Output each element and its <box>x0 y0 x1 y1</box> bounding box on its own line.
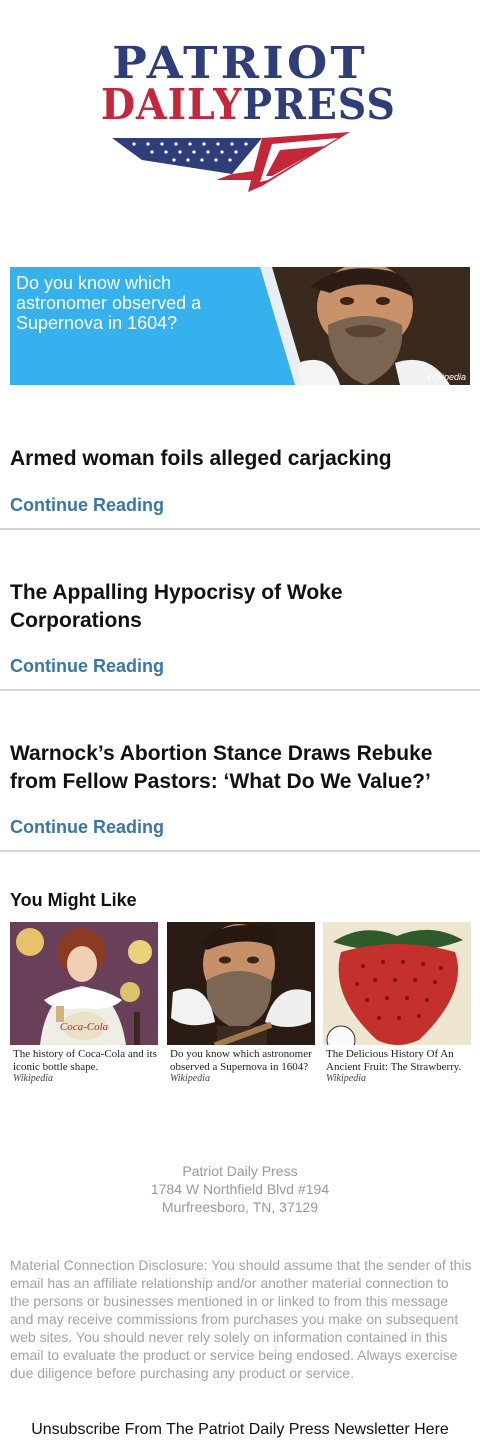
you-might-like-heading: You Might Like <box>10 890 137 910</box>
continue-reading-link[interactable]: Continue Reading <box>10 817 164 838</box>
card-caption: Do you know which astronomer observed a … <box>170 1048 312 1073</box>
strawberry-image <box>323 922 471 1045</box>
card-caption: The history of Coca-Cola and its iconic … <box>13 1048 157 1073</box>
astronomer-portrait-image <box>167 922 315 1045</box>
article-item: Warnock’s Abortion Stance Draws Rebuke f… <box>0 691 480 852</box>
recommended-card[interactable]: Coca-Cola The history of Coca-Cola and i… <box>10 922 158 1092</box>
footer-address: Patriot Daily Press 1784 W Northfield Bl… <box>0 1162 480 1216</box>
article-item: The Appalling Hypocrisy of Woke Corporat… <box>0 530 480 691</box>
patriot-daily-press-logo[interactable]: PATRIOT DAILYPRESS <box>92 36 395 200</box>
coca-cola-girl-image: Coca-Cola <box>10 922 158 1045</box>
continue-reading-link[interactable]: Continue Reading <box>10 656 164 677</box>
card-source: Wikipedia <box>170 1073 210 1084</box>
flag-swoosh-icon <box>112 132 350 192</box>
sponsored-banner[interactable]: Do you know which astronomer observed a … <box>10 267 470 385</box>
banner-source-credit: Wikipedia <box>427 372 466 382</box>
unsubscribe-link[interactable]: Unsubscribe From The Patriot Daily Press… <box>0 1421 480 1439</box>
logo-word-daily: DAILY <box>100 80 243 129</box>
logo-wordmark-daily-press: DAILYPRESS <box>100 80 395 129</box>
continue-reading-link[interactable]: Continue Reading <box>10 495 164 516</box>
card-source: Wikipedia <box>326 1073 366 1084</box>
recommended-card[interactable]: The Delicious History Of An Ancient Frui… <box>323 922 471 1092</box>
article-item: Armed woman foils alleged carjacking Con… <box>0 425 480 530</box>
card-source: Wikipedia <box>13 1073 53 1084</box>
banner-headline: Do you know which astronomer observed a … <box>16 273 202 333</box>
logo-word-press: PRESS <box>242 80 396 129</box>
footer-city: Murfreesboro, TN, 37129 <box>161 1199 319 1215</box>
article-title[interactable]: Armed woman foils alleged carjacking <box>10 445 470 473</box>
article-title[interactable]: The Appalling Hypocrisy of Woke Corporat… <box>10 579 470 635</box>
article-title[interactable]: Warnock’s Abortion Stance Draws Rebuke f… <box>10 740 470 796</box>
card-caption: The Delicious History Of An Ancient Frui… <box>326 1048 462 1073</box>
footer-street: 1784 W Northfield Blvd #194 <box>150 1181 330 1197</box>
recommended-card[interactable]: Do you know which astronomer observed a … <box>167 922 315 1092</box>
material-connection-disclosure: Material Connection Disclosure: You shou… <box>10 1257 472 1381</box>
footer-company-name: Patriot Daily Press <box>182 1163 298 1179</box>
svg-text:Coca-Cola: Coca-Cola <box>60 1021 109 1033</box>
